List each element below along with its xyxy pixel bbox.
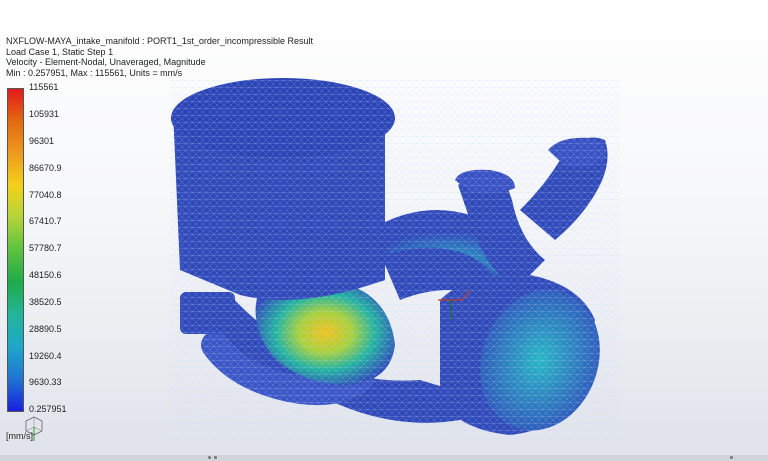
- legend-label: 9630.33: [29, 377, 62, 387]
- legend-label: 57780.7: [29, 243, 62, 253]
- legend-label: 115561: [29, 82, 59, 92]
- legend-label: 67410.7: [29, 216, 62, 226]
- legend-label: 28890.5: [29, 324, 62, 334]
- status-dot-icon: [730, 456, 733, 459]
- legend-label: 48150.6: [29, 270, 62, 280]
- legend-label: 96301: [29, 136, 55, 146]
- manifold-body: [170, 78, 620, 440]
- legend-units: [mm/s]: [6, 431, 33, 441]
- model-viewport[interactable]: [0, 0, 768, 461]
- legend-label: 77040.8: [29, 190, 62, 200]
- status-dot-icon: [208, 456, 211, 459]
- legend-label: 19260.4: [29, 351, 62, 361]
- legend-label: 38520.5: [29, 297, 62, 307]
- color-legend-bar: [7, 88, 24, 412]
- legend-label: 86670.9: [29, 163, 62, 173]
- legend-label: 105931: [29, 109, 60, 119]
- bottom-status-strip: [0, 455, 768, 461]
- status-dot-icon: [214, 456, 217, 459]
